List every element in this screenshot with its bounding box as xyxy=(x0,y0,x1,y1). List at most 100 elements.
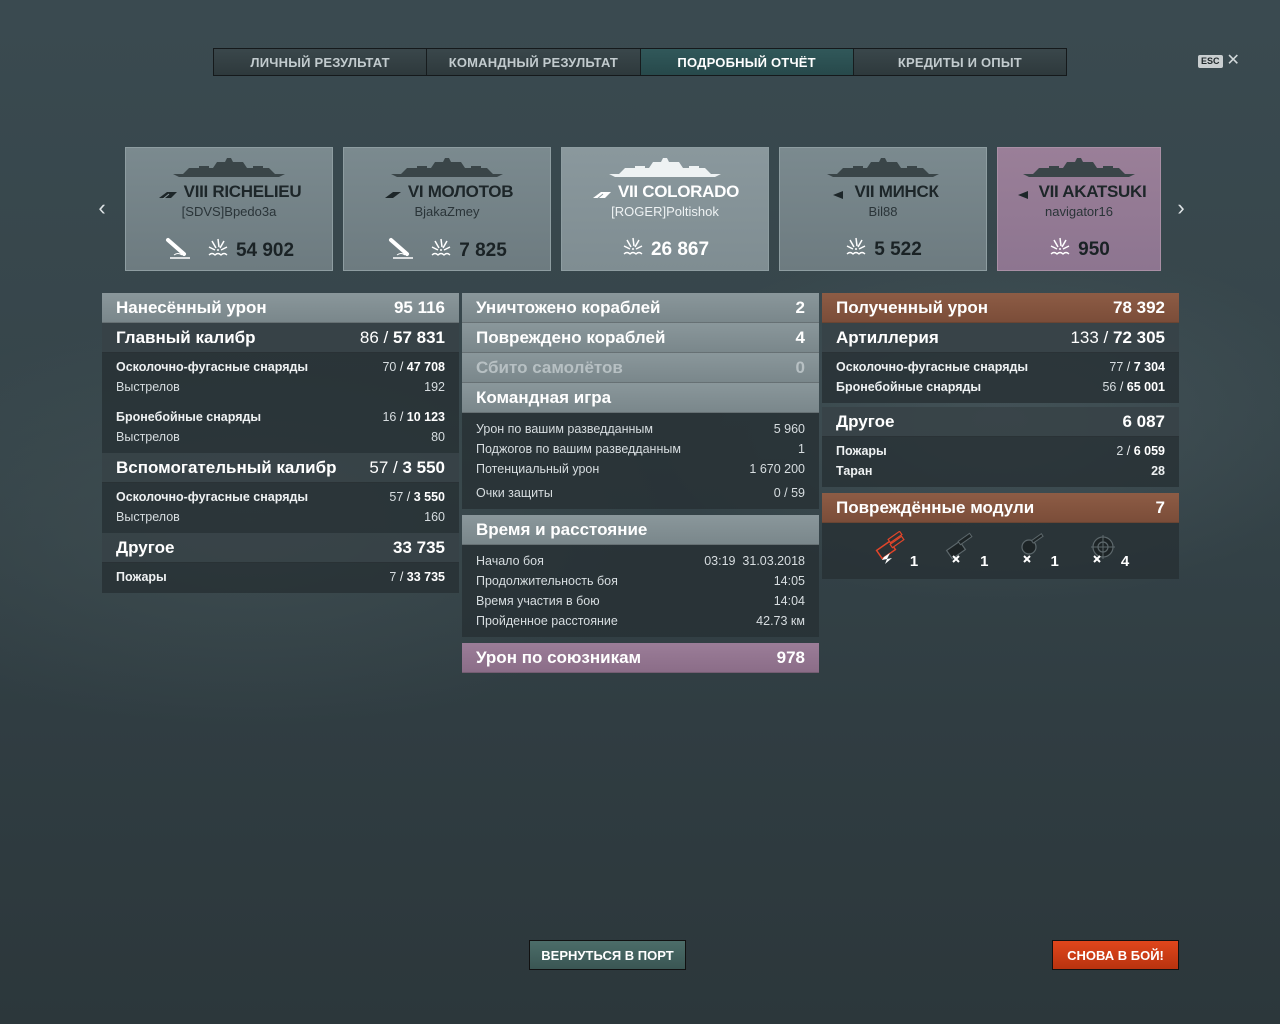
recv-fires-value: 6 059 xyxy=(1133,444,1165,458)
sec-he-shells-label: Осколочно-фугасные снаряды xyxy=(116,490,309,504)
module-main-battery: 1 xyxy=(872,530,919,572)
other-received-value: 6 087 xyxy=(1122,411,1165,431)
ship-damage-value: 54 902 xyxy=(235,239,295,261)
torpedo-icon xyxy=(164,236,192,265)
other-dealt-details: Пожары 7 / 33 735 xyxy=(102,563,459,593)
artillery-header: Артиллерия 133 / 72 305 xyxy=(822,323,1179,353)
fires-dealt-value: 33 735 xyxy=(406,570,445,584)
ship-damage-value: 950 xyxy=(1078,238,1110,260)
module-main-battery-count: 1 xyxy=(909,552,919,570)
team-play-label: Командная игра xyxy=(476,387,612,407)
time-distance-header: Время и расстояние xyxy=(462,515,819,545)
close-button[interactable]: ESC ✕ xyxy=(1198,53,1240,69)
ship-silhouette-icon xyxy=(562,156,768,178)
artillery-hits: 133 xyxy=(1070,327,1099,347)
main-battery-icon xyxy=(872,530,908,572)
ap-shells-label: Бронебойные снаряды xyxy=(116,410,262,424)
time-distance-details: Начало боя 03:19 31.03.2018 Продолжитель… xyxy=(462,545,819,637)
distance-label: Пройденное расстояние xyxy=(476,614,618,628)
ships-destroyed-row: Уничтожено кораблей 2 xyxy=(462,293,819,323)
tab-detailed-report[interactable]: ПОДРОБНЫЙ ОТЧЁТ xyxy=(640,49,854,75)
ap-shots-label: Выстрелов xyxy=(116,430,180,444)
recv-he-row: Осколочно-фугасные снаряды 77 / 7 304 xyxy=(836,360,1165,374)
spotting-damage-row: Урон по вашим разведданным 5 960 xyxy=(476,419,805,439)
damaged-modules-value: 7 xyxy=(1155,497,1165,517)
ship-damage-value: 5 522 xyxy=(874,238,922,260)
ship-card[interactable]: VII МИНСК Bil88 5 522 xyxy=(779,147,987,271)
secondary-battery-hits: 57 xyxy=(369,457,389,477)
cruiser-icon xyxy=(381,187,403,198)
chevron-left-icon[interactable]: ‹ xyxy=(94,196,110,220)
module-fire-control: 4 xyxy=(1083,531,1129,572)
ship-silhouette-icon xyxy=(780,156,986,178)
damage-dealt-header: Нанесённый урон 95 116 xyxy=(102,293,459,323)
damage-received-value: 78 392 xyxy=(1113,297,1165,317)
module-secondary-count: 1 xyxy=(980,552,989,570)
he-shells-value: 47 708 xyxy=(406,360,445,374)
ships-damaged-label: Повреждено кораблей xyxy=(476,327,666,347)
ships-damaged-row: Повреждено кораблей 4 xyxy=(462,323,819,353)
ships-destroyed-label: Уничтожено кораблей xyxy=(476,297,661,317)
sec-he-shots-value: 160 xyxy=(424,510,445,524)
destroyer-icon xyxy=(1012,187,1034,199)
main-battery-label: Главный калибр xyxy=(116,327,256,347)
secondary-battery-icon xyxy=(942,531,978,572)
battleship-icon xyxy=(591,187,613,200)
damage-icon xyxy=(621,236,645,263)
damage-received-label: Полученный урон xyxy=(836,297,989,317)
potential-damage-row: Потенциальный урон 1 670 200 xyxy=(476,459,805,479)
he-shells-row: Осколочно-фугасные снаряды 70 / 47 708 xyxy=(116,360,445,374)
player-name: BjakaZmey xyxy=(414,204,480,219)
battle-start-label: Начало боя xyxy=(476,554,544,568)
recv-ap-value: 65 001 xyxy=(1126,380,1165,394)
player-name: [ROGER]Poltishok xyxy=(611,204,719,219)
tab-personal-result[interactable]: ЛИЧНЫЙ РЕЗУЛЬТАТ xyxy=(214,49,428,75)
battle-duration-value: 14:05 xyxy=(773,574,805,588)
ship-card[interactable]: VIII RICHELIEU [SDVS]Bpedo3a 54 902 xyxy=(125,147,333,271)
sec-he-shells-value: 3 550 xyxy=(413,490,445,504)
battle-start-value: 03:19 31.03.2018 xyxy=(704,554,805,568)
return-to-port-button[interactable]: ВЕРНУТЬСЯ В ПОРТ xyxy=(529,940,686,970)
recv-he-hits: 77 xyxy=(1109,360,1124,374)
damage-received-header: Полученный урон 78 392 xyxy=(822,293,1179,323)
participation-time-value: 14:04 xyxy=(773,594,805,608)
damage-dealt-value: 95 116 xyxy=(393,297,445,317)
secondary-battery-details: Осколочно-фугасные снаряды 57 / 3 550 Вы… xyxy=(102,483,459,533)
defense-points-value: 0 / 59 xyxy=(773,486,805,500)
ships-damaged-value: 4 xyxy=(795,327,805,347)
secondary-battery-value: 3 550 xyxy=(402,457,445,477)
distance-value: 42.73 км xyxy=(756,614,805,628)
other-dealt-label: Другое xyxy=(116,537,175,557)
damage-received-panel: Полученный урон 78 392 Артиллерия 133 / … xyxy=(822,293,1179,579)
battle-duration-label: Продолжительность боя xyxy=(476,574,618,588)
player-name: [SDVS]Bpedo3a xyxy=(181,204,277,219)
chevron-right-icon[interactable]: › xyxy=(1173,196,1189,220)
ram-label: Таран xyxy=(836,464,873,478)
he-shots-label: Выстрелов xyxy=(116,380,180,394)
artillery-label: Артиллерия xyxy=(836,327,939,347)
damage-icon xyxy=(1048,236,1072,263)
sec-he-shells-row: Осколочно-фугасные снаряды 57 / 3 550 xyxy=(116,490,445,504)
tab-team-result[interactable]: КОМАНДНЫЙ РЕЗУЛЬТАТ xyxy=(427,49,641,75)
recv-ap-row: Бронебойные снаряды 56 / 65 001 xyxy=(836,380,1165,394)
time-distance-label: Время и расстояние xyxy=(476,519,648,539)
recv-he-value: 7 304 xyxy=(1133,360,1165,374)
sec-he-shots-label: Выстрелов xyxy=(116,510,180,524)
ship-card[interactable]: VI МОЛОТОВ BjakaZmey 7 825 xyxy=(343,147,551,271)
ship-card[interactable]: VII AKATSUKI navigator16 950 xyxy=(997,147,1161,271)
player-name: Bil88 xyxy=(868,204,898,219)
recv-he-label: Осколочно-фугасные снаряды xyxy=(836,360,1029,374)
other-dealt-value: 33 735 xyxy=(393,537,445,557)
participation-time-label: Время участия в бою xyxy=(476,594,600,608)
player-name: navigator16 xyxy=(1045,204,1113,219)
defense-points-label: Очки защиты xyxy=(476,486,553,500)
ship-silhouette-icon xyxy=(998,156,1160,178)
planes-shot-label: Сбито самолётов xyxy=(476,357,623,377)
fire-control-icon xyxy=(1083,531,1119,572)
ally-damage-value: 978 xyxy=(776,647,805,667)
ship-name: VI МОЛОТОВ xyxy=(407,182,514,201)
ship-card[interactable]: VII COLORADO [ROGER]Poltishok 26 867 xyxy=(561,147,769,271)
tab-credits-xp[interactable]: КРЕДИТЫ И ОПЫТ xyxy=(853,49,1066,75)
participation-time-row: Время участия в бою 14:04 xyxy=(476,591,805,611)
battle-again-button[interactable]: СНОВА В БОЙ! xyxy=(1052,940,1179,970)
